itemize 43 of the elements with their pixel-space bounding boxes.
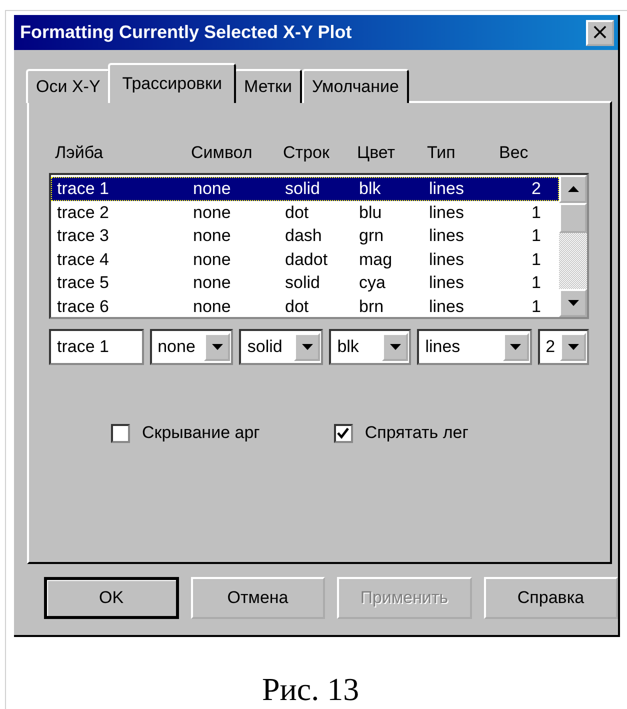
- list-row[interactable]: trace 3 none dash grn lines 1: [51, 224, 559, 248]
- column-header: Строк: [283, 143, 330, 164]
- up-triangle-icon: [568, 186, 578, 192]
- column-header: Цвет: [357, 143, 396, 164]
- dropdown[interactable]: none: [150, 329, 234, 365]
- list-row[interactable]: trace 1 none solid blk lines 2: [51, 177, 559, 200]
- checkbox-label: Спрятать лег: [364, 423, 468, 443]
- close-button[interactable]: ×: [586, 20, 614, 46]
- dropdown[interactable]: blk: [329, 329, 412, 365]
- scrollbar[interactable]: [559, 175, 587, 317]
- figure-caption: Рис. 13: [260, 671, 360, 708]
- window-title: Formatting Currently Selected X-Y Plot: [20, 22, 352, 43]
- column-header: Лэйба: [55, 143, 104, 164]
- tab[interactable]: Трассировки: [108, 63, 236, 103]
- checkbox[interactable]: [111, 424, 130, 442]
- checkbox-label: Скрывание арг: [142, 423, 260, 443]
- list-row[interactable]: trace 6 none dot brn lines 1: [51, 294, 559, 318]
- down-triangle-icon: [390, 344, 401, 350]
- list-row[interactable]: trace 5 none solid cya lines 1: [51, 271, 559, 294]
- list-row[interactable]: trace 2 none dot blu lines 1: [51, 200, 559, 224]
- checkbox[interactable]: [334, 424, 353, 442]
- column-header: Вес: [499, 143, 530, 164]
- list-row[interactable]: trace 4 none dadot mag lines 1: [51, 248, 559, 271]
- label-field[interactable]: trace 1: [49, 329, 144, 365]
- down-triangle-icon: [510, 344, 522, 350]
- column-header: Символ: [191, 143, 254, 164]
- down-triangle-icon: [212, 344, 223, 350]
- down-triangle-icon: [568, 344, 578, 350]
- dialog-button[interactable]: Отмена: [190, 577, 325, 619]
- down-triangle-icon: [302, 344, 313, 350]
- dropdown[interactable]: solid: [239, 329, 324, 365]
- column-header: Тип: [427, 143, 456, 164]
- dropdown[interactable]: lines: [417, 329, 532, 365]
- dialog-button[interactable]: Справка: [484, 577, 618, 619]
- tab[interactable]: Метки: [234, 69, 302, 103]
- scroll-down-button[interactable]: [559, 289, 587, 317]
- down-triangle-icon: [568, 300, 578, 306]
- dropdown[interactable]: 2: [538, 329, 589, 365]
- tab[interactable]: Умолчание: [302, 69, 409, 103]
- scroll-thumb[interactable]: [559, 203, 587, 233]
- tab[interactable]: Оси X-Y: [26, 69, 110, 103]
- dialog-button[interactable]: OK: [44, 577, 178, 619]
- scroll-up-button[interactable]: [559, 175, 587, 203]
